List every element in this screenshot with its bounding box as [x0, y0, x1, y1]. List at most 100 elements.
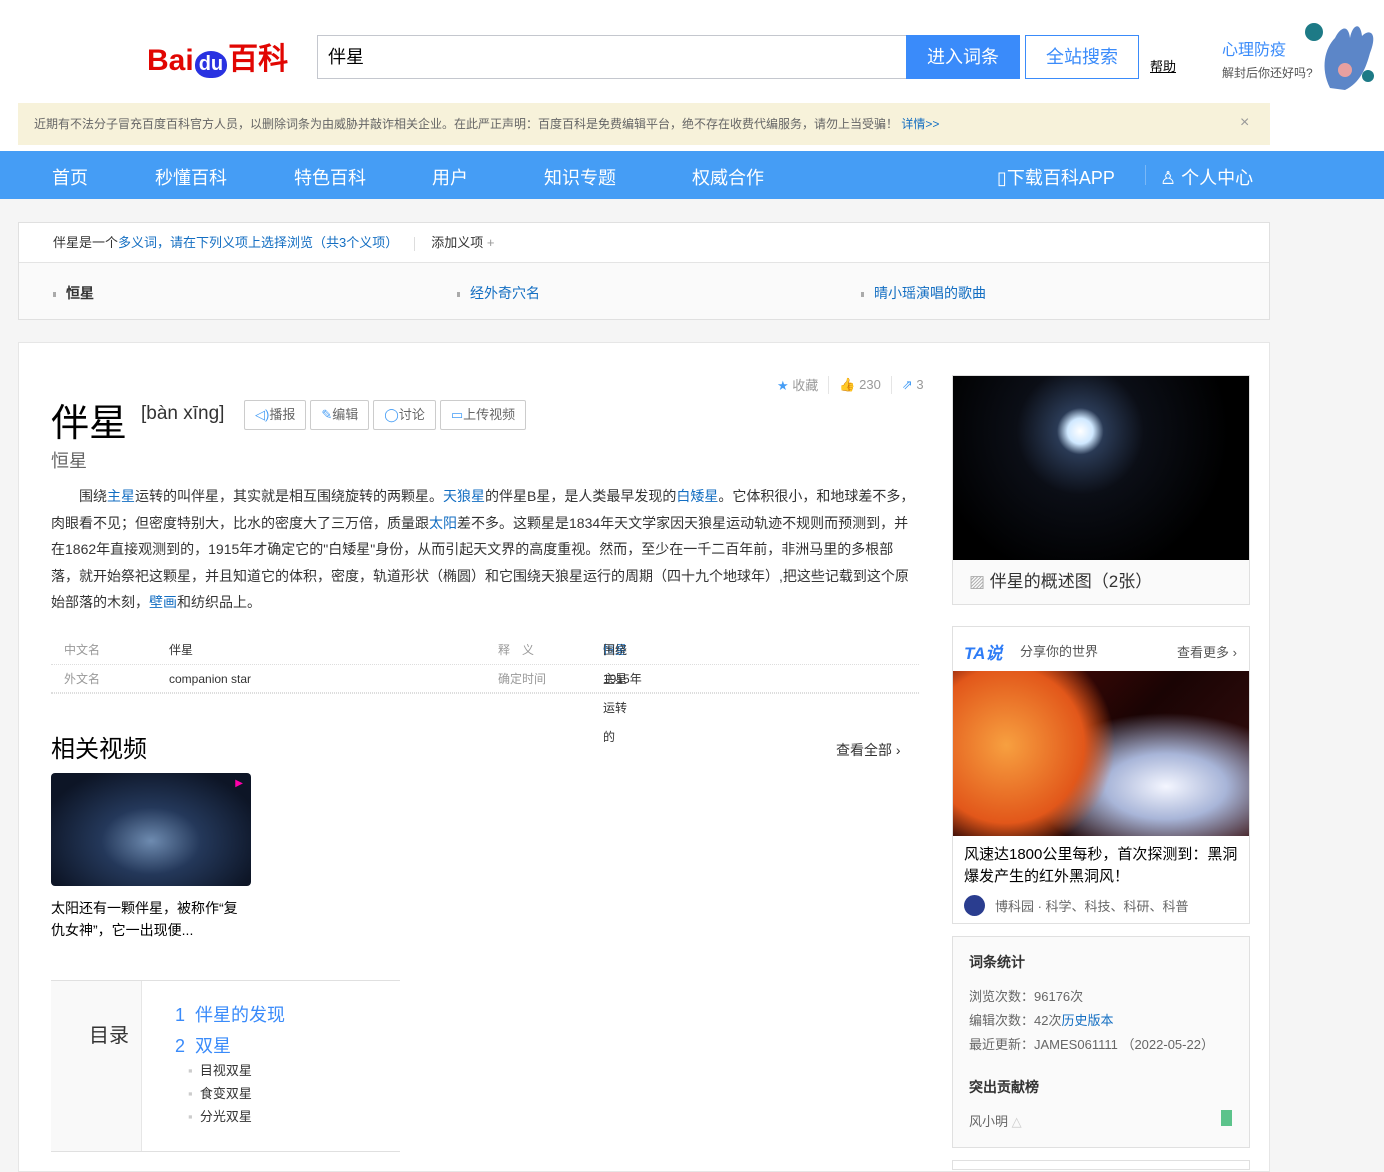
info-label: 中文名: [64, 643, 101, 657]
like-count: 230: [859, 376, 881, 392]
info-row: 外文名 companion star 确定时间 1915年: [51, 665, 919, 694]
close-icon[interactable]: ×: [1240, 114, 1249, 132]
entry-toolbar: ◁)播报 ✎编辑 ◯讨论 ▭上传视频: [244, 400, 530, 430]
info-value: 围绕主星运转的 恒星: [603, 636, 627, 744]
enter-entry-button[interactable]: 进入词条: [906, 35, 1020, 79]
view-all-link[interactable]: 查看全部 ›: [836, 740, 901, 760]
user-icon: ♙: [1160, 168, 1177, 188]
ta-article-image[interactable]: [953, 671, 1249, 836]
nav-authority[interactable]: 权威合作: [692, 164, 764, 190]
share-button[interactable]: ⇗ 3: [902, 377, 924, 393]
toc-header: 目录: [51, 981, 142, 1151]
table-of-contents: 目录 1 伴星的发现 2 双星 ▪ 目视双星 ▪ 食变双星 ▪ 分光双星: [51, 980, 400, 1152]
paragraph-text: 围绕: [79, 488, 107, 504]
polysemy-link[interactable]: 多义词: [118, 235, 157, 250]
inline-link[interactable]: 壁画: [149, 594, 177, 610]
nav-special[interactable]: 特色百科: [294, 164, 366, 190]
stat-value: 96176次: [1034, 989, 1084, 1004]
share-icon: ⇗: [901, 376, 913, 392]
nav-personal-center[interactable]: ♙ 个人中心: [1160, 164, 1253, 190]
toc-item[interactable]: 1 伴星的发现: [175, 1001, 285, 1027]
ta-author[interactable]: 博科园 · 科学、科技、科研、科普: [964, 895, 1189, 916]
bookmark-icon[interactable]: [1221, 1110, 1232, 1126]
pencil-icon: ✎: [321, 407, 333, 422]
info-label: 外文名: [64, 672, 101, 686]
album-caption: 伴星的概述图（2张）: [989, 572, 1153, 591]
add-sense-label: 添加义项: [431, 235, 484, 250]
album-caption-row: ▨ 伴星的概述图（2张）: [953, 560, 1249, 604]
download-app-label: 下载百科APP: [1006, 168, 1115, 188]
stats-list: 浏览次数：96176次 编辑次数：42次历史版本 最近更新：JAMES06111…: [969, 985, 1214, 1057]
summary-paragraph: 围绕主星运转的叫伴星，其实就是相互围绕旋转的两颗星。天狼星的伴星B星，是人类最早…: [51, 483, 919, 616]
toc-subitem[interactable]: ▪ 分光双星: [188, 1105, 252, 1128]
view-more-link[interactable]: 查看更多 ›: [1177, 642, 1237, 661]
speaker-icon: ◁): [255, 407, 270, 422]
polysemy-term: 伴星: [53, 235, 80, 250]
site-search-button[interactable]: 全站搜索: [1025, 35, 1139, 79]
toc-item[interactable]: 2 双星: [175, 1032, 231, 1058]
nav-home[interactable]: 首页: [52, 164, 88, 190]
info-value: 伴星: [169, 643, 194, 657]
search-input[interactable]: 伴星: [317, 35, 907, 79]
polysemy-text: 是一个: [79, 235, 119, 250]
edit-button[interactable]: ✎编辑: [310, 400, 370, 430]
inline-link[interactable]: 天狼星: [443, 488, 485, 504]
nav-download-app[interactable]: ▯下载百科APP: [997, 164, 1115, 190]
collect-button[interactable]: ★ 收藏: [777, 375, 818, 394]
broadcast-button[interactable]: ◁)播报: [244, 400, 307, 430]
warning-icon: △: [1011, 1114, 1022, 1129]
toc-label: 伴星的发现: [195, 1005, 286, 1025]
info-value: 1915年: [603, 672, 642, 686]
inline-link[interactable]: 主星: [107, 488, 135, 504]
discuss-button[interactable]: ◯讨论: [373, 400, 436, 430]
entry-stats-card: 词条统计 浏览次数：96176次 编辑次数：42次历史版本 最近更新：JAMES…: [952, 936, 1250, 1148]
virus-illustration-icon: [1305, 23, 1374, 90]
stat-label: 编辑次数：: [969, 1013, 1035, 1028]
personal-center-label: 个人中心: [1181, 168, 1254, 188]
edit-label: 编辑: [332, 407, 359, 422]
info-label: 释 义: [498, 643, 535, 657]
album-image[interactable]: [953, 376, 1249, 560]
contributor[interactable]: 风小明 △: [969, 1111, 1022, 1130]
toc-subitem-label: 食变双星: [199, 1086, 252, 1101]
nav-miaodong[interactable]: 秒懂百科: [155, 164, 227, 190]
upload-video-label: 上传视频: [463, 407, 516, 422]
nav-topics[interactable]: 知识专题: [544, 164, 616, 190]
toc-number: 1: [175, 1005, 186, 1025]
ta-headline[interactable]: 风速达1800公里每秒，首次探测到：黑洞爆发产生的红外黑洞风！: [964, 844, 1242, 888]
inline-link[interactable]: 太阳: [429, 515, 457, 531]
toc-subitem[interactable]: ▪ 目视双星: [188, 1059, 252, 1082]
divider: [51, 692, 919, 693]
inline-link[interactable]: 白矮星: [676, 488, 718, 504]
sense-item[interactable]: 晴小瑶演唱的歌曲: [861, 283, 986, 303]
notice-details-link[interactable]: 详情>>: [901, 117, 939, 131]
toc-subitem[interactable]: ▪ 食变双星: [188, 1082, 252, 1105]
paragraph-text: 运转的叫伴星，其实就是相互围绕旋转的两颗星。: [135, 488, 443, 504]
history-link[interactable]: 历史版本: [1061, 1013, 1113, 1028]
sense-item[interactable]: 经外奇穴名: [457, 283, 540, 303]
upload-video-button[interactable]: ▭上传视频: [439, 400, 527, 430]
main-nav: 首页 秒懂百科 特色百科 用户 知识专题 权威合作 ▯下载百科APP ♙ 个人中…: [0, 151, 1384, 199]
stat-value: JAMES061111 （2022-05-22）: [1034, 1037, 1214, 1052]
like-button[interactable]: 👍 230: [839, 377, 881, 393]
stats-title: 词条统计: [969, 954, 1025, 970]
logo-text: 百科: [228, 43, 289, 76]
entry-subtitle: 恒星: [51, 451, 87, 471]
help-link[interactable]: 帮助: [1150, 56, 1176, 75]
contributors-title: 突出贡献榜: [969, 1079, 1039, 1095]
toc-subitem-label: 目视双星: [199, 1063, 252, 1078]
info-label: 确定时间: [498, 672, 547, 686]
baidu-baike-logo[interactable]: Bai du 百科: [147, 28, 297, 78]
entry-pinyin: [bàn xīng]: [141, 403, 225, 424]
paragraph-text: 和纺织品上。: [177, 594, 261, 610]
info-value-text: 围绕主星运转的: [603, 643, 628, 744]
video-icon: ▭: [450, 407, 464, 422]
entry-title: 伴星: [51, 403, 128, 445]
notice-bar: 近期有不法分子冒充百度百科官方人员，以删除词条为由威胁并敲诈相关企业。在此严正声…: [18, 103, 1270, 145]
video-thumbnail[interactable]: ▶: [51, 773, 251, 886]
add-sense-button[interactable]: 添加义项 +: [431, 235, 494, 250]
nav-users[interactable]: 用户: [432, 164, 468, 190]
ta-slogan: 分享你的世界: [1020, 644, 1099, 659]
album-card[interactable]: ▨ 伴星的概述图（2张）: [952, 375, 1250, 605]
video-caption[interactable]: 太阳还有一颗伴星，被称作“复仇女神”，它一出现便...: [51, 897, 251, 941]
